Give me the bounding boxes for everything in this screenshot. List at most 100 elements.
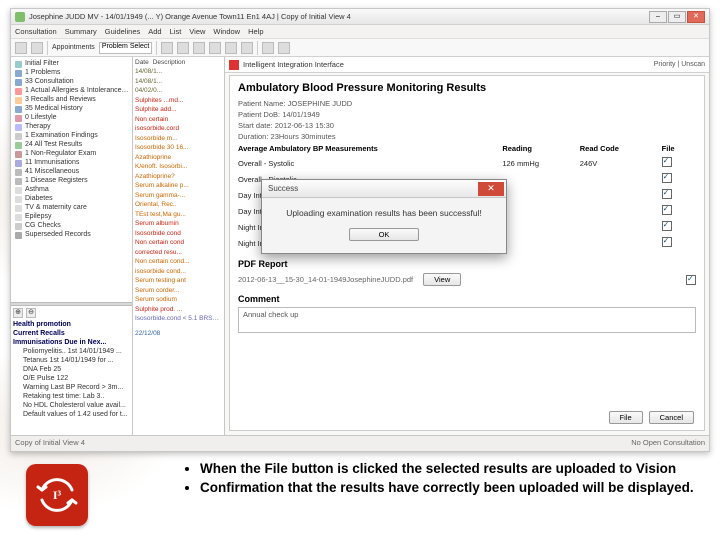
bp-category[interactable]: Current Recalls [13,329,130,338]
mhx-row[interactable]: Serum testing ant [135,276,222,286]
file-button[interactable]: File [609,411,643,424]
bp-item[interactable]: O/E Pulse 122 [13,374,130,383]
nav-item[interactable]: Diabetes [13,194,130,203]
tool-icon[interactable] [177,42,189,54]
nav-item[interactable]: Asthma [13,185,130,194]
menu-item[interactable]: Window [213,27,240,36]
bp-category[interactable]: Immunisations Due in Nex... [13,338,130,347]
mhx-row[interactable]: 14/08/1... [135,67,222,77]
nav-item[interactable]: 0 Lifestyle [13,113,130,122]
menu-item[interactable]: Help [248,27,263,36]
file-checkbox[interactable] [662,205,672,215]
nav-item[interactable]: 1 Non-Regulator Exam [13,149,130,158]
mhx-row[interactable]: Isosorbide cond [135,229,222,239]
tool-icon[interactable] [262,42,274,54]
mhx-row[interactable]: corrected resu... [135,248,222,258]
mhx-row[interactable]: Sulphites ...md... [135,96,222,106]
mhx-row[interactable]: Azathioprine? [135,172,222,182]
bp-item[interactable]: Default values of 1.42 used for t... [13,410,130,419]
nav-item[interactable]: Epilepsy [13,212,130,221]
mhx-row[interactable]: Sulphite prod. ... [135,305,222,315]
nav-item[interactable]: 1 Disease Registers [13,176,130,185]
window-maximize-button[interactable]: ▭ [668,11,686,23]
menu-item[interactable]: Add [148,27,161,36]
tool-icon[interactable] [193,42,205,54]
tool-icon[interactable] [241,42,253,54]
mhx-row[interactable]: Non certain cond [135,238,222,248]
nav-item[interactable]: Superseded Records [13,230,130,239]
nav-item[interactable]: 33 Consultation [13,77,130,86]
mhx-row[interactable]: Isosorbide.cond < 5.1 BRSK.Lijch [135,314,222,324]
tool-icon[interactable] [15,42,27,54]
mhx-row[interactable]: K/enoft. Isosorbi... [135,162,222,172]
mhx-row[interactable]: Serum sodium [135,295,222,305]
tool-icon[interactable] [31,42,43,54]
nav-item[interactable]: TV & maternity care [13,203,130,212]
nav-item[interactable]: 1 Actual Allergies & Intolerances for [13,86,130,95]
menu-item[interactable]: Summary [65,27,97,36]
tool-icon[interactable] [161,42,173,54]
mhx-row[interactable]: Non certain [135,115,222,125]
bp-item[interactable]: Poliomyelitis.. 1st 14/01/1949 ... [13,347,130,356]
mhx-row[interactable]: 14/08/1... [135,77,222,87]
nav-item[interactable]: 1 Problems [13,68,130,77]
bp-item[interactable]: Tetanus 1st 14/01/1949 for ... [13,356,130,365]
tool-icon[interactable] [209,42,221,54]
mhx-row[interactable]: Serum albumin [135,219,222,229]
bp-item[interactable]: No HDL Cholesterol value avail... [13,401,130,410]
bp-item[interactable]: Warning Last BP Record > 3m... [13,383,130,392]
file-checkbox[interactable] [662,237,672,247]
nav-item[interactable]: 1 Examination Findings [13,131,130,140]
bp-item[interactable]: DNA Feb 25 [13,365,130,374]
menu-item[interactable]: View [189,27,205,36]
tool-icon[interactable] [225,42,237,54]
mhx-row[interactable]: Sulphite add... [135,105,222,115]
file-checkbox[interactable] [662,189,672,199]
mhx-row[interactable]: isosorbide cond... [135,267,222,277]
window-close-button[interactable]: ✕ [687,11,705,23]
expand-icon[interactable]: ⊕ [13,308,23,318]
nav-item[interactable]: 24 All Test Results [13,140,130,149]
menu-item[interactable]: Guidelines [105,27,140,36]
mhx-row[interactable]: TEst test,Ma gu... [135,210,222,220]
mhx-row[interactable]: Serum gamma-... [135,191,222,201]
comment-input[interactable]: Annual check up [238,307,696,333]
file-checkbox[interactable] [662,221,672,231]
left-sidebar: Initial Filter1 Problems33 Consultation1… [11,57,133,451]
mhx-row[interactable]: Oriental, Rec.. [135,200,222,210]
mhx-row[interactable]: Serum alkaline p... [135,181,222,191]
bp-item[interactable]: Retaking test time: Lab 3.. [13,392,130,401]
mhx-row[interactable]: Isosorbide m... [135,134,222,144]
pdf-section-title: PDF Report [238,259,696,269]
ok-button[interactable]: OK [349,228,419,241]
mhx-row[interactable]: Azathioprine [135,153,222,163]
collapse-icon[interactable]: ⊖ [26,308,36,318]
mhx-row[interactable]: isosorbide.cord [135,124,222,134]
mhx-row[interactable]: Serum corder... [135,286,222,296]
window-minimize-button[interactable]: – [649,11,667,23]
cancel-button[interactable]: Cancel [649,411,694,424]
dialog-close-button[interactable]: ✕ [478,182,504,196]
nav-item[interactable]: Initial Filter [13,59,130,68]
nav-item[interactable]: 11 Immunisations [13,158,130,167]
mhx-row[interactable]: Non certain cond... [135,257,222,267]
file-checkbox[interactable] [686,275,696,285]
bp-category[interactable]: Health promotion [13,320,130,329]
mhx-row[interactable]: 04/02/0... [135,86,222,96]
toolbar-select[interactable]: Problem Select [99,42,152,54]
tool-icon[interactable] [278,42,290,54]
nav-item[interactable]: CG Checks [13,221,130,230]
pdf-filename: 2012-06-13__15-30_14-01-1949JosephineJUD… [238,275,413,284]
nav-item[interactable]: 41 Miscellaneous [13,167,130,176]
view-button[interactable]: View [423,273,461,286]
menu-item[interactable]: Consultation [15,27,57,36]
nav-item[interactable]: 3 Recalls and Reviews [13,95,130,104]
toolbar-label: Appointments [52,44,95,51]
file-checkbox[interactable] [662,173,672,183]
nav-item[interactable]: Therapy [13,122,130,131]
menu-item[interactable]: List [170,27,182,36]
table-row: Overall - Systolic 126 mmHg 246V [238,155,696,171]
nav-item[interactable]: 35 Medical History [13,104,130,113]
mhx-row[interactable]: Isosorbide 30 16... [135,143,222,153]
file-checkbox[interactable] [662,157,672,167]
